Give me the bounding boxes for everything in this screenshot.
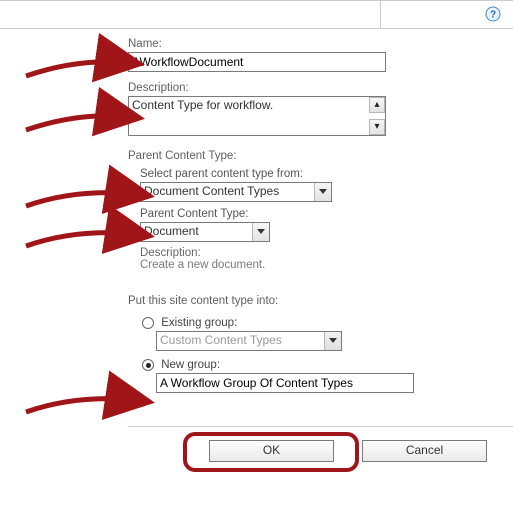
scroll-down-icon[interactable]: ▾ [369,119,385,135]
annotation-arrow [24,390,164,416]
parent-desc-value: Create a new document. [140,259,508,271]
svg-text:?: ? [490,10,496,21]
new-group-label: New group: [161,359,220,371]
description-textarea[interactable]: Content Type for workflow. ▴ ▾ [128,96,386,136]
scroll-up-icon[interactable]: ▴ [369,97,385,113]
parent-description: Description: Create a new document. [140,247,508,271]
put-into-label: Put this site content type into: [128,295,508,307]
divider [0,28,513,29]
select-from-label: Select parent content type from: [140,168,508,180]
existing-group-radio[interactable]: Existing group: [142,317,508,329]
name-label: Name: [128,38,508,50]
existing-group-value: Custom Content Types [160,333,323,347]
parent-ct-select-value: Document [144,224,251,238]
existing-group-label: Existing group: [161,317,237,329]
group-section: Put this site content type into: Existin… [128,295,508,393]
parent-ct-label: Parent Content Type: [140,208,508,220]
existing-group-select[interactable]: Custom Content Types [156,331,342,351]
description-label: Description: [128,82,508,94]
help-icon[interactable]: ? [485,6,501,22]
divider [0,0,513,1]
new-group-input[interactable] [156,373,414,393]
chevron-down-icon [314,183,331,201]
divider [380,0,381,28]
parent-section-header: Parent Content Type: [128,150,508,162]
chevron-down-icon [252,223,269,241]
new-group-radio[interactable]: New group: [142,359,508,371]
cancel-button[interactable]: Cancel [362,440,487,462]
divider [128,426,513,427]
parent-group-select[interactable]: Document Content Types [140,182,332,202]
parent-ct-select[interactable]: Document [140,222,270,242]
chevron-down-icon [324,332,341,350]
radio-icon [142,359,154,371]
button-row: OK Cancel [0,440,513,488]
description-value: Content Type for workflow. [132,98,367,134]
name-input[interactable] [128,52,386,72]
form-area: Name: Description: Content Type for work… [128,34,508,393]
radio-icon [142,317,154,329]
ok-button[interactable]: OK [209,440,334,462]
dialog: { "header": { "notes_label": "Notes" }, … [0,0,513,530]
parent-desc-label: Description: [140,247,508,259]
parent-group-select-value: Document Content Types [144,184,313,198]
